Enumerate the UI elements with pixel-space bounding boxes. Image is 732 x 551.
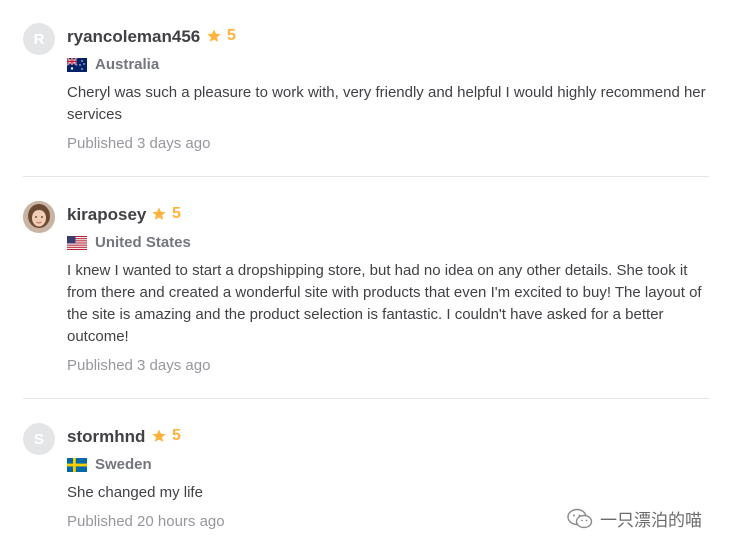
rating: 5 — [151, 205, 181, 223]
rating-value: 5 — [172, 205, 181, 222]
avatar-letter: R — [33, 30, 45, 48]
avatar[interactable] — [23, 201, 55, 233]
star-icon — [207, 29, 221, 42]
reviewer-username[interactable]: ryancoleman456 — [67, 27, 200, 47]
review-text: Cheryl was such a pleasure to work with,… — [67, 84, 706, 123]
published-time: Published 20 hours ago — [67, 513, 225, 530]
rating-value: 5 — [172, 427, 181, 444]
rating: 5 — [206, 27, 236, 45]
review-text: I knew I wanted to start a dropshipping … — [67, 262, 702, 345]
review-text: She changed my life — [67, 484, 203, 501]
published-time: Published 3 days ago — [67, 135, 211, 152]
avatar[interactable]: R — [23, 23, 55, 55]
united-states-flag-icon — [67, 235, 87, 250]
country-name: Sweden — [95, 456, 152, 473]
sweden-flag-icon — [67, 457, 87, 472]
avatar[interactable]: S — [23, 423, 55, 455]
watermark-text: 一只漂泊的喵 — [600, 511, 702, 531]
watermark: 一只漂泊的喵 — [566, 506, 702, 531]
reviewer-country: United States — [67, 234, 191, 251]
reviewer-country: Australia — [67, 56, 159, 73]
reviewer-country: Sweden — [67, 456, 152, 473]
australia-flag-icon — [67, 57, 87, 72]
country-name: United States — [95, 234, 191, 251]
star-icon — [152, 429, 166, 442]
country-name: Australia — [95, 56, 160, 73]
reviewer-username[interactable]: stormhnd — [67, 427, 145, 447]
divider — [23, 176, 709, 177]
avatar-photo — [23, 201, 55, 233]
rating-value: 5 — [227, 27, 236, 44]
reviewer-username[interactable]: kiraposey — [67, 205, 146, 225]
rating: 5 — [151, 427, 181, 445]
avatar-letter: S — [33, 430, 44, 448]
wechat-icon — [567, 508, 593, 528]
star-icon — [152, 207, 166, 220]
divider — [23, 398, 709, 399]
published-time: Published 3 days ago — [67, 357, 211, 374]
